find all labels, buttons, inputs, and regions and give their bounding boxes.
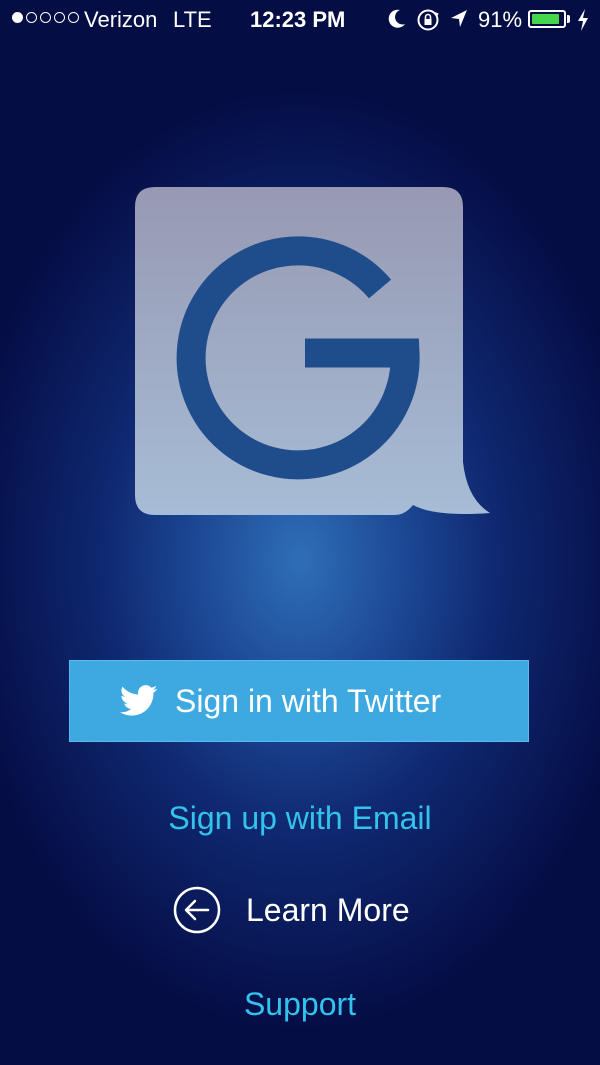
network-type: LTE [173,7,212,32]
carrier-name: Verizon [84,7,158,32]
sign-up-with-email-link[interactable]: Sign up with Email [0,800,600,837]
battery-icon [528,10,566,28]
battery-percentage: 91% [478,7,523,32]
support-link[interactable]: Support [0,986,600,1023]
g-logo-speech-bubble-icon [135,187,491,517]
logo-reflection [135,517,491,607]
back-arrow-circle-icon [173,886,221,939]
twitter-bird-icon [120,685,158,722]
learn-more-label: Learn More [246,892,410,928]
rotation-lock-icon [416,8,440,38]
charging-bolt-icon [576,8,590,38]
signal-strength-icon [12,12,79,23]
sign-in-with-twitter-button[interactable]: Sign in with Twitter [69,660,529,742]
twitter-button-label: Sign in with Twitter [175,683,442,719]
status-time: 12:23 PM [250,7,346,32]
location-arrow-icon [449,8,469,36]
status-bar: Verizon LTE 12:23 PM 91% [0,0,600,40]
moon-icon [387,8,407,36]
